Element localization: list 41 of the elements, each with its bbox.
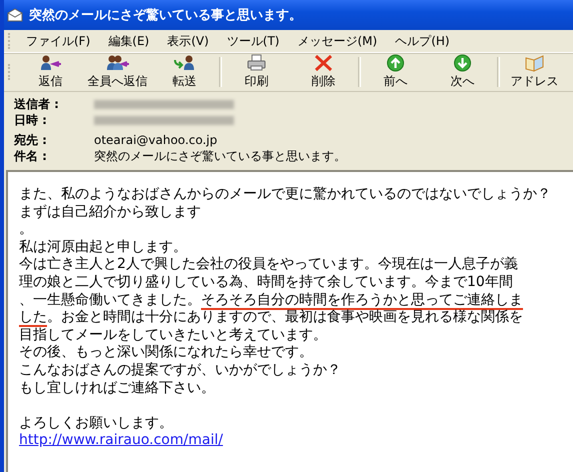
menu-item[interactable]: 編集(E) bbox=[99, 32, 158, 50]
field-value: 突然のメールにさぞ驚いている事と思います。 bbox=[94, 148, 346, 164]
body-text: こんなおばさんの提案ですが、いかがでしょうか？ bbox=[19, 362, 341, 380]
toolbar-button[interactable]: 削除 bbox=[290, 54, 357, 90]
body-text: 理の娘と二人で切り盛りしている為、時間を持て余しています。今まで10年間 bbox=[19, 274, 513, 292]
menu-item[interactable]: メッセージ(M) bbox=[288, 32, 386, 50]
menu-item[interactable]: ファイル(F) bbox=[17, 32, 100, 50]
menu-item[interactable]: 表示(V) bbox=[158, 32, 218, 50]
arrow-person-icon bbox=[173, 54, 196, 72]
toolbar-button[interactable]: アドレス bbox=[501, 54, 568, 90]
link[interactable]: http://www.rairauo.com/mail/ bbox=[19, 432, 223, 450]
toolbar-button[interactable]: 返信 bbox=[17, 54, 84, 90]
body-text: 、一生懸命働いてきました。そろそろ自分の時間を作ろうかと思ってご連絡しま bbox=[19, 292, 523, 310]
menu-item[interactable]: ヘルプ(H) bbox=[386, 32, 459, 50]
menu-item[interactable]: ツール(T) bbox=[218, 32, 288, 50]
body-text: もし宜しければご連絡下さい。 bbox=[19, 380, 215, 398]
body-text: その後、もっと深い関係になれたら幸せです。 bbox=[19, 344, 313, 362]
field-value: otearai@vahoo.co.jp bbox=[94, 133, 218, 147]
toolbar-button[interactable]: 前へ bbox=[362, 54, 429, 90]
envelope-icon bbox=[7, 8, 23, 22]
body-text: よろしくお願いします。 bbox=[19, 414, 173, 432]
body-text: 今は亡き主人と2人で興した会社の役員をやっています。今現在は一人息子が義 bbox=[19, 256, 518, 274]
close-icon bbox=[312, 54, 335, 72]
field-label: 宛先 : bbox=[14, 132, 48, 148]
field-label: 件名 : bbox=[14, 148, 48, 164]
window-title: 突然のメールにさぞ驚いている事と思います。 bbox=[29, 6, 302, 24]
people-arrow-icon bbox=[106, 54, 129, 72]
body-text: 目指してメールをしていきたいと考えています。 bbox=[19, 326, 327, 344]
body-text: した。お金と時間は十分にありますので、最初は食事や映画を見れる様な関係を bbox=[19, 309, 523, 327]
book-icon bbox=[523, 54, 546, 72]
toolbar-button[interactable]: 印刷 bbox=[223, 54, 290, 90]
person-arrow-icon bbox=[39, 54, 62, 72]
body-text: まずは自己紹介から致します bbox=[19, 204, 201, 222]
toolbar-button[interactable]: 次へ bbox=[429, 54, 496, 90]
body-text: 私は河原由起と申します。 bbox=[19, 238, 187, 256]
field-label: 日時 : bbox=[14, 112, 48, 128]
body-text: また、私のようなおばさんからのメールで更に驚かれているのではないでしょうか？ bbox=[19, 186, 551, 204]
body-text: 。 bbox=[19, 221, 33, 239]
toolbar-button[interactable]: 転送 bbox=[151, 54, 218, 90]
field-label: 送信者 : bbox=[14, 96, 60, 112]
toolbar-button[interactable]: 全員へ返信 bbox=[84, 54, 151, 90]
